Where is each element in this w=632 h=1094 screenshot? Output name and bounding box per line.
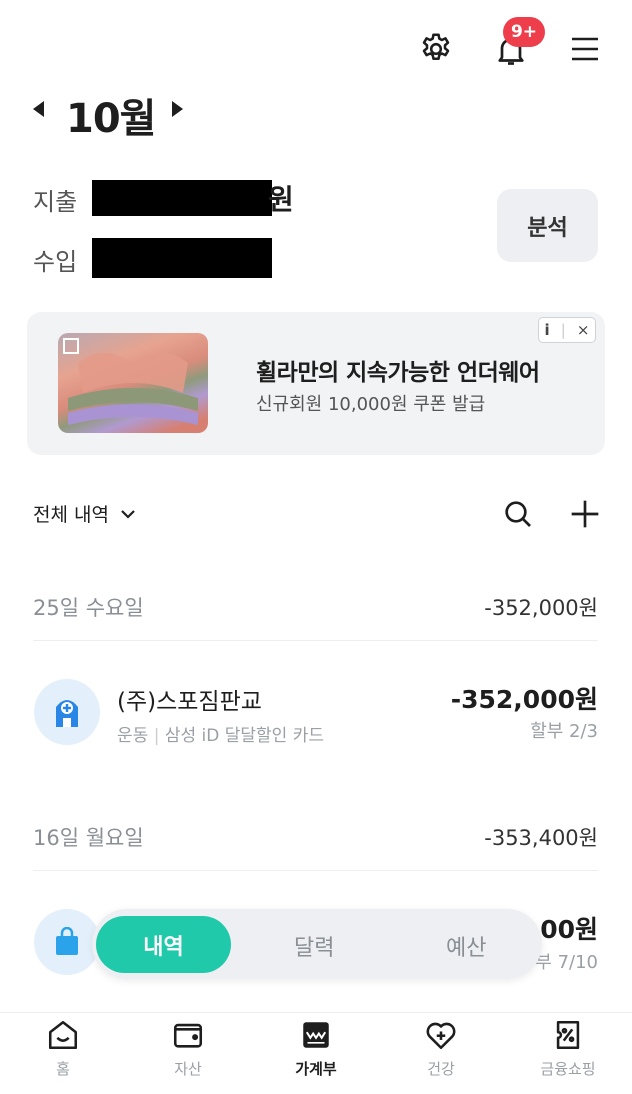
ledger-icon	[303, 1022, 329, 1048]
income-amount-redacted	[92, 238, 272, 278]
ad-controls[interactable]: i | ×	[538, 317, 596, 343]
ad-separator: |	[560, 321, 566, 339]
shopping-bag-icon	[56, 927, 78, 955]
nav-label-ledger: 가계부	[295, 1060, 337, 1078]
search-button[interactable]	[498, 494, 538, 534]
merchant-name: (주)스포짐판교	[117, 689, 262, 715]
transaction-meta: 운동 | 삼성 iD 달달할인 카드	[117, 721, 324, 746]
expense-amount-redacted	[92, 180, 272, 216]
transaction-category: 운동	[117, 726, 149, 746]
divider	[33, 640, 598, 641]
tab-calendar[interactable]: 달력	[294, 930, 334, 962]
wallet-icon	[173, 1023, 203, 1048]
settings-button[interactable]	[415, 28, 457, 70]
plus-icon	[571, 500, 599, 528]
day-header-total: -353,400원	[484, 826, 598, 850]
analysis-button[interactable]: 분석	[497, 189, 598, 262]
notification-badge: 9+	[503, 17, 545, 47]
add-button[interactable]	[565, 494, 605, 534]
nav-health[interactable]: 건강	[386, 1018, 496, 1079]
transaction-card: 삼성 iD 달달할인 카드	[164, 726, 324, 746]
gym-icon	[56, 700, 78, 727]
merchant-avatar	[34, 909, 100, 975]
gear-icon	[422, 33, 450, 61]
heart-plus-icon	[426, 1022, 456, 1050]
transaction-installment-partial: 부 7/10	[535, 952, 598, 973]
chevron-down-icon	[121, 509, 135, 519]
month-title: 10월	[66, 96, 156, 142]
merchant-avatar	[34, 679, 100, 745]
search-icon	[505, 501, 531, 527]
ad-title: 휠라만의 지속가능한 언더웨어	[256, 360, 540, 386]
nav-label-home: 홈	[56, 1060, 70, 1078]
day-header-total: -352,000원	[484, 596, 598, 620]
menu-icon	[572, 37, 598, 61]
day-header-date: 16일 월요일	[33, 826, 144, 850]
ad-image	[58, 333, 208, 433]
divider	[33, 870, 598, 871]
prev-month-button[interactable]	[33, 101, 44, 117]
expense-label: 지출	[33, 188, 78, 216]
ad-close-icon[interactable]: ×	[577, 321, 590, 339]
menu-button[interactable]	[566, 30, 604, 68]
transaction-installment: 할부 2/3	[530, 721, 598, 742]
nav-label-assets: 자산	[174, 1060, 202, 1078]
nav-shopping[interactable]: 금융쇼핑	[513, 1018, 623, 1079]
expense-currency: 원	[268, 183, 294, 216]
nav-label-health: 건강	[427, 1060, 455, 1078]
nav-home[interactable]: 홈	[8, 1018, 118, 1079]
transaction-amount-partial: 00원	[540, 915, 598, 944]
tab-history[interactable]: 내역	[96, 916, 231, 973]
transaction-amount: -352,000원	[450, 685, 598, 714]
nav-label-shopping: 금융쇼핑	[540, 1060, 596, 1078]
coupon-icon	[556, 1020, 580, 1050]
tab-budget[interactable]: 예산	[446, 930, 486, 962]
ad-info-icon[interactable]: i	[545, 321, 550, 339]
nav-ledger[interactable]: 가계부	[261, 1018, 371, 1079]
filter-dropdown[interactable]: 전체 내역	[33, 500, 137, 527]
nav-assets[interactable]: 자산	[133, 1018, 243, 1079]
income-label: 수입	[33, 248, 78, 276]
home-icon	[48, 1020, 78, 1050]
ad-subtitle: 신규회원 10,000원 쿠폰 발급	[256, 394, 486, 415]
filter-label: 전체 내역	[33, 504, 109, 526]
next-month-button[interactable]	[172, 101, 183, 117]
day-header-date: 25일 수요일	[33, 596, 144, 620]
meta-separator: |	[153, 726, 165, 746]
